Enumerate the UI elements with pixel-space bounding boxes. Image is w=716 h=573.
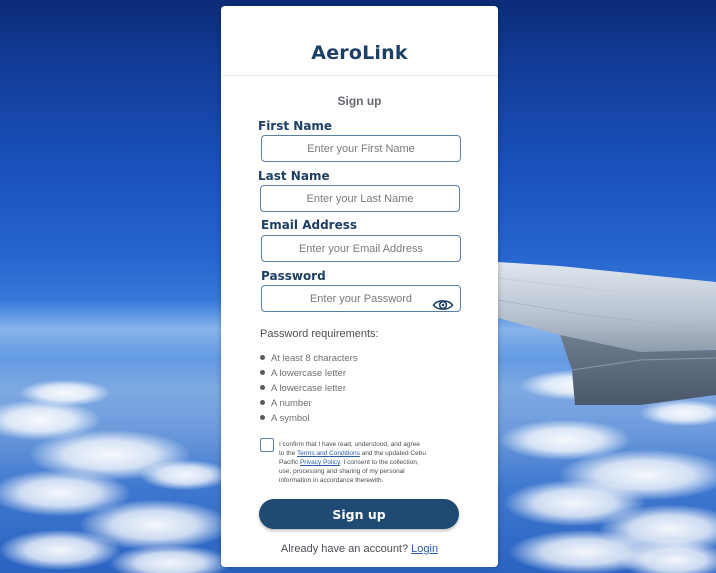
login-link[interactable]: Login — [411, 543, 438, 555]
requirement-text: A symbol — [271, 413, 310, 424]
form-title: Sign up — [337, 94, 382, 108]
eye-icon[interactable] — [432, 297, 454, 313]
signup-card: AeroLink Sign up First Name Last Name Em… — [221, 6, 498, 567]
last-name-input[interactable] — [260, 185, 460, 212]
login-prompt: Already have an account? Login — [221, 543, 498, 555]
consent-checkbox[interactable] — [260, 438, 274, 452]
brand-logo-text: AeroLink — [311, 42, 408, 64]
bullet-icon — [260, 400, 265, 405]
password-requirements-title: Password requirements: — [260, 328, 379, 340]
bullet-icon — [260, 355, 265, 360]
first-name-label: First Name — [258, 119, 333, 133]
password-requirements-list: At least 8 characters A lowercase letter… — [260, 352, 358, 427]
requirement-text: A lowercase letter — [271, 383, 346, 394]
requirement-item: A number — [260, 397, 358, 412]
requirement-item: At least 8 characters — [260, 352, 358, 367]
requirement-text: A lowercase letter — [271, 368, 346, 379]
login-prompt-text: Already have an account? — [280, 543, 409, 555]
bullet-icon — [260, 385, 265, 390]
password-label: Password — [261, 269, 326, 283]
bullet-icon — [260, 370, 265, 375]
requirement-item: A symbol — [260, 412, 358, 427]
email-input[interactable] — [261, 235, 461, 262]
terms-link[interactable]: Terms and Conditions — [297, 450, 360, 457]
password-input[interactable] — [261, 285, 461, 312]
requirement-text: A number — [271, 398, 312, 409]
first-name-input[interactable] — [261, 135, 461, 162]
bullet-icon — [260, 415, 265, 420]
privacy-policy-link[interactable]: Privacy Policy — [300, 459, 340, 466]
last-name-label: Last Name — [258, 169, 330, 183]
requirement-text: At least 8 characters — [271, 353, 358, 364]
requirement-item: A lowercase letter — [260, 382, 358, 397]
consent-text: I confirm that I have read, understood, … — [279, 440, 427, 485]
email-label: Email Address — [261, 218, 358, 232]
header-divider — [221, 75, 498, 76]
signup-button[interactable]: Sign up — [259, 499, 459, 529]
requirement-item: A lowercase letter — [260, 367, 358, 382]
